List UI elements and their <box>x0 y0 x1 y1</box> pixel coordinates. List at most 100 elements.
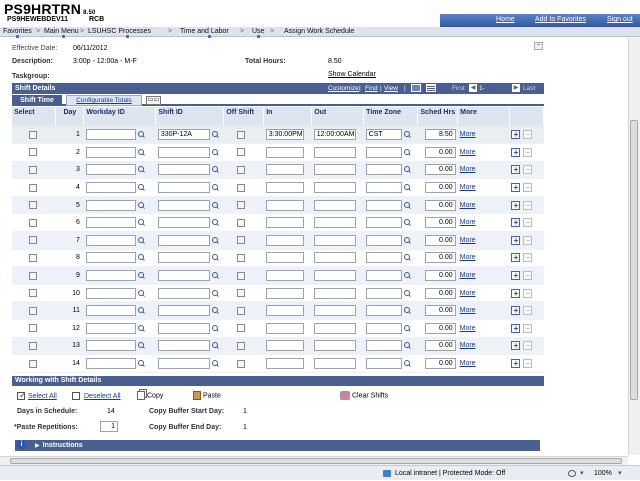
first-link[interactable]: First <box>452 83 465 94</box>
more-link[interactable]: More <box>460 342 476 349</box>
in-time-input[interactable] <box>265 270 304 282</box>
lookup-icon[interactable] <box>403 271 412 280</box>
lookup-icon[interactable] <box>137 236 146 245</box>
instructions-bar[interactable]: ▶ Instructions <box>15 440 540 451</box>
workday-id-input[interactable] <box>85 340 136 352</box>
lookup-icon[interactable] <box>403 148 412 157</box>
sched-hrs-input[interactable]: 0.00 <box>424 182 456 194</box>
add-row-button[interactable]: + <box>511 271 521 281</box>
tab-shift-time[interactable]: Shift Time <box>12 95 62 106</box>
out-time-input[interactable] <box>313 322 356 334</box>
shift-id-input[interactable] <box>157 146 210 158</box>
delete-row-button[interactable]: − <box>523 271 533 281</box>
select-checkbox[interactable] <box>29 165 37 174</box>
out-time-input[interactable] <box>313 305 356 317</box>
shift-id-input[interactable]: 330P-12A <box>157 129 210 141</box>
in-time-input[interactable] <box>265 358 304 370</box>
more-link[interactable]: More <box>460 131 476 138</box>
lookup-icon[interactable] <box>137 165 146 174</box>
sched-hrs-input[interactable]: 0.00 <box>424 252 456 264</box>
lookup-icon[interactable] <box>403 218 412 227</box>
select-checkbox[interactable] <box>29 201 37 210</box>
shift-id-input[interactable] <box>157 164 210 176</box>
deselect-all-link[interactable]: Deselect All <box>84 393 121 400</box>
off-shift-checkbox[interactable] <box>236 306 245 315</box>
lookup-icon[interactable] <box>211 148 220 157</box>
sched-hrs-input[interactable]: 0.00 <box>424 287 456 299</box>
time-zone-input[interactable] <box>365 270 402 282</box>
sched-hrs-input[interactable]: 0.00 <box>424 305 456 317</box>
time-zone-input[interactable] <box>365 217 402 229</box>
add-row-button[interactable]: + <box>511 200 521 210</box>
add-row-button[interactable]: + <box>511 235 521 245</box>
add-row-button[interactable]: + <box>511 323 521 333</box>
time-zone-input[interactable] <box>365 199 402 211</box>
customize-link[interactable]: Customize <box>328 83 359 94</box>
show-all-columns-icon[interactable]: ▭▭ <box>146 96 161 105</box>
off-shift-checkbox[interactable] <box>236 289 245 298</box>
collapse-page-button[interactable]: − <box>534 42 543 50</box>
shift-id-input[interactable] <box>157 287 210 299</box>
select-checkbox[interactable] <box>29 306 37 315</box>
in-time-input[interactable] <box>265 146 304 158</box>
add-row-button[interactable]: + <box>511 253 521 263</box>
out-time-input[interactable] <box>313 182 356 194</box>
off-shift-checkbox[interactable] <box>236 359 245 368</box>
off-shift-checkbox[interactable] <box>236 271 245 280</box>
delete-row-button[interactable]: − <box>523 288 533 298</box>
workday-id-input[interactable] <box>85 164 136 176</box>
out-time-input[interactable] <box>313 234 356 246</box>
more-link[interactable]: More <box>460 325 476 332</box>
lookup-icon[interactable] <box>211 165 220 174</box>
lookup-icon[interactable] <box>403 183 412 192</box>
add-row-button[interactable]: + <box>511 165 521 175</box>
lookup-icon[interactable] <box>211 341 220 350</box>
lookup-icon[interactable] <box>211 236 220 245</box>
lookup-icon[interactable] <box>211 271 220 280</box>
lookup-icon[interactable] <box>211 183 220 192</box>
delete-row-button[interactable]: − <box>523 130 533 140</box>
lookup-icon[interactable] <box>137 306 146 315</box>
more-link[interactable]: More <box>460 272 476 279</box>
off-shift-checkbox[interactable] <box>236 130 245 139</box>
copy-action[interactable]: Copy <box>137 391 163 400</box>
delete-row-button[interactable]: − <box>523 253 533 263</box>
vertical-scroll-thumb[interactable] <box>630 120 638 400</box>
lookup-icon[interactable] <box>137 289 146 298</box>
horizontal-scroll-thumb[interactable] <box>10 458 622 464</box>
lookup-icon[interactable] <box>137 218 146 227</box>
lookup-icon[interactable] <box>211 253 220 262</box>
in-time-input[interactable] <box>265 164 304 176</box>
select-checkbox[interactable] <box>29 341 37 350</box>
show-calendar-link[interactable]: Show Calendar <box>328 71 376 78</box>
lookup-icon[interactable] <box>137 253 146 262</box>
more-link[interactable]: More <box>460 254 476 261</box>
workday-id-input[interactable] <box>85 146 136 158</box>
more-link[interactable]: More <box>460 149 476 156</box>
sched-hrs-input[interactable]: 0.00 <box>424 358 456 370</box>
workday-id-input[interactable] <box>85 322 136 334</box>
out-time-input[interactable] <box>313 146 356 158</box>
paste-action[interactable]: Paste <box>193 391 221 400</box>
time-zone-input[interactable] <box>365 164 402 176</box>
lookup-icon[interactable] <box>137 148 146 157</box>
select-checkbox[interactable] <box>29 271 37 280</box>
off-shift-checkbox[interactable] <box>236 218 245 227</box>
workday-id-input[interactable] <box>85 199 136 211</box>
more-link[interactable]: More <box>460 307 476 314</box>
time-zone-input[interactable] <box>365 305 402 317</box>
time-zone-input[interactable] <box>365 322 402 334</box>
lookup-icon[interactable] <box>403 201 412 210</box>
delete-row-button[interactable]: − <box>523 306 533 316</box>
lookup-icon[interactable] <box>211 306 220 315</box>
select-checkbox[interactable] <box>29 289 37 298</box>
in-time-input[interactable] <box>265 340 304 352</box>
add-row-button[interactable]: + <box>511 183 521 193</box>
lookup-icon[interactable] <box>403 341 412 350</box>
sched-hrs-input[interactable]: 0.00 <box>424 199 456 211</box>
workday-id-input[interactable] <box>85 287 136 299</box>
delete-row-button[interactable]: − <box>523 341 533 351</box>
select-checkbox[interactable] <box>29 148 37 157</box>
lookup-icon[interactable] <box>403 253 412 262</box>
menu-time-and-labor[interactable]: Time and Labor <box>180 27 229 37</box>
